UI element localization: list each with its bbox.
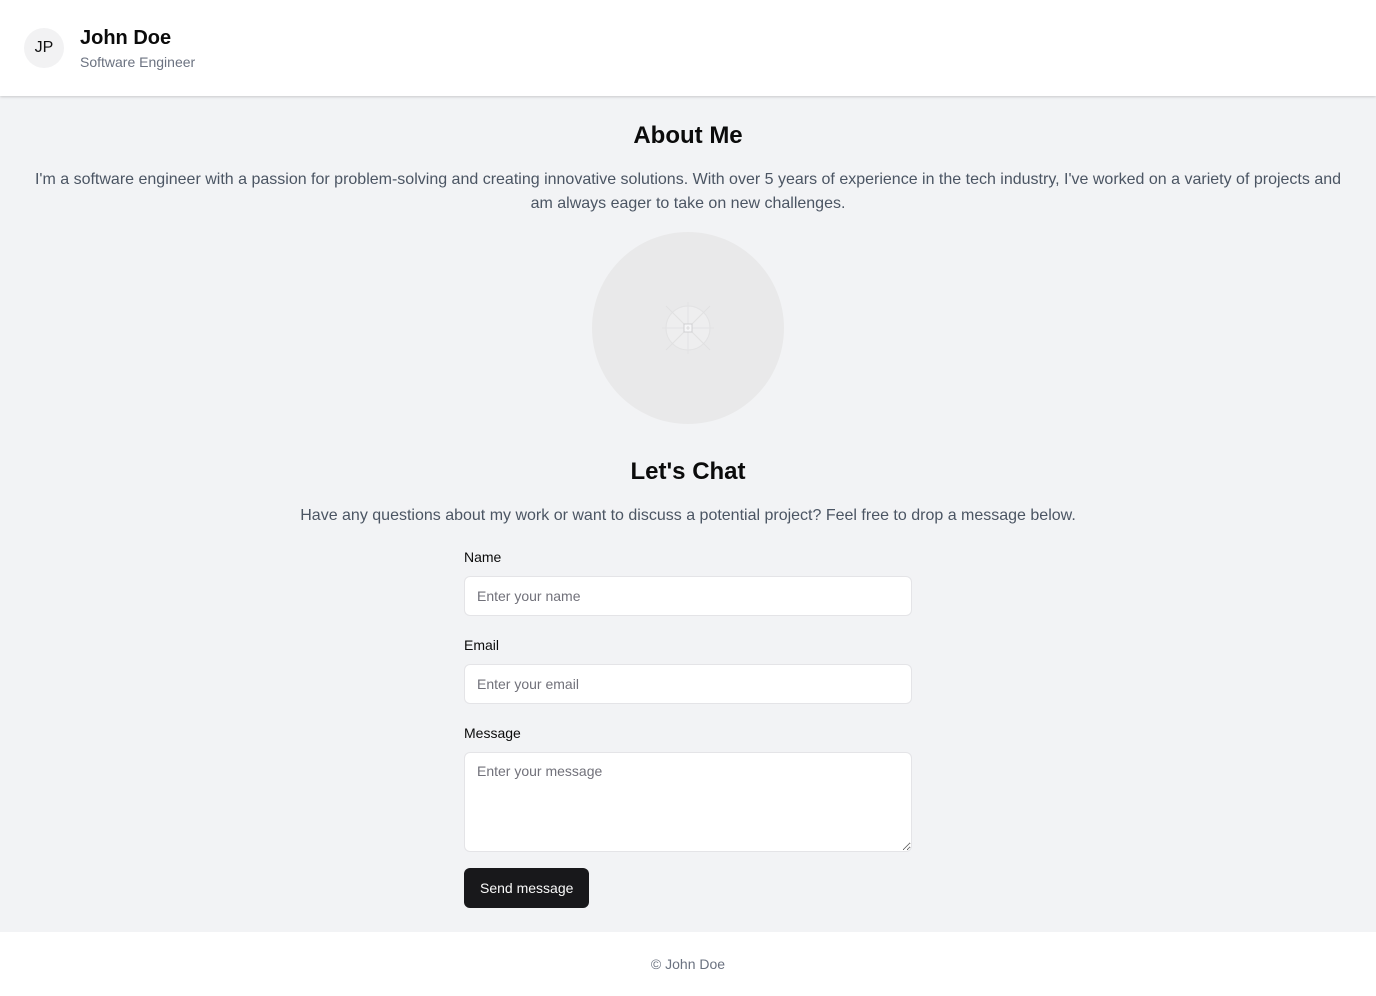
profile-role: Software Engineer bbox=[80, 54, 196, 70]
message-textarea[interactable] bbox=[464, 752, 912, 852]
email-input[interactable] bbox=[464, 664, 912, 704]
avatar: JP bbox=[24, 28, 64, 68]
about-text: I'm a software engineer with a passion f… bbox=[34, 171, 1342, 212]
chat-title: Let's Chat bbox=[630, 458, 746, 485]
profile-name: John Doe bbox=[80, 27, 172, 49]
message-label: Message bbox=[464, 725, 521, 741]
name-input[interactable] bbox=[464, 576, 912, 616]
email-label: Email bbox=[464, 637, 500, 653]
chat-text: Have any questions about my work or want… bbox=[300, 507, 1076, 524]
image-placeholder-icon bbox=[662, 302, 714, 354]
site-footer: © John Doe bbox=[0, 932, 1376, 996]
name-label: Name bbox=[464, 549, 502, 565]
profile-photo bbox=[592, 232, 784, 424]
about-title: About Me bbox=[633, 122, 743, 149]
send-message-button[interactable]: Send message bbox=[464, 868, 590, 908]
footer-copyright: © John Doe bbox=[650, 956, 726, 972]
site-header: JP John Doe Software Engineer bbox=[0, 0, 1376, 96]
